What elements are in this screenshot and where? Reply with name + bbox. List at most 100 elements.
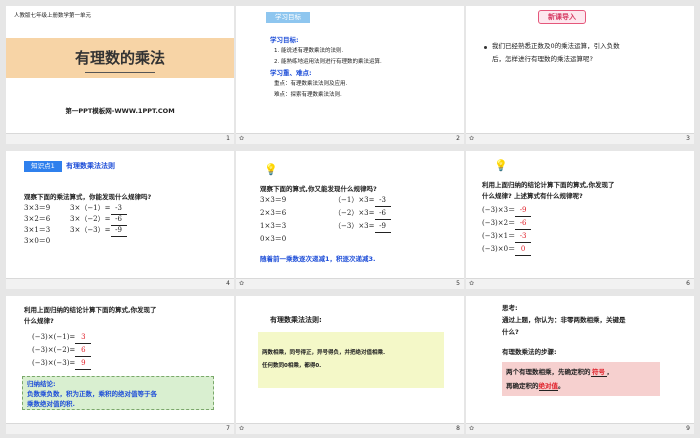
calc-row-2: (−3)×2＝ -6 [482, 218, 532, 230]
objective-badge-label: 学习目标 [275, 13, 301, 21]
step-line2: 再确定积的绝对值。 [506, 382, 565, 391]
slide-title: 有理数的乘法 [74, 49, 165, 67]
calc-row-2: (−3)×(−2)= 6 [32, 345, 92, 357]
conclusion-line1: 负数乘负数，积为正数，乘积的绝对值等于各 [27, 390, 157, 398]
answer-blank: -9 [110, 225, 127, 237]
slide-thumbnail-9[interactable]: 思考: 通过上题，你认为：非零两数相乘，关键是 什么? 有理数乘法的步骤: 两个… [466, 296, 694, 434]
pattern-rule: 随着前一乘数逐次递减1，积逐次递减3. [260, 255, 376, 263]
calc-row-4: (−3)×0＝ 0 [482, 244, 532, 256]
steps-heading: 有理数乘法的步骤: [502, 348, 557, 356]
slide-footer: 7 [6, 423, 234, 434]
question-line2: 什么规律? [24, 317, 54, 325]
steps-box: 两个有理数相乘，先确定积的 符号， 再确定积的绝对值。 [502, 362, 660, 396]
right-eq-3: （−3）×3= -9 [334, 221, 391, 233]
subtitle: 第一PPT模板网-WWW.1PPT.COM [65, 107, 175, 115]
answer-blank: 0 [515, 244, 532, 256]
step-line1: 两个有理数相乘，先确定积的 符号， [506, 368, 613, 377]
answer-blank: -6 [374, 208, 391, 220]
star-icon: ✿ [239, 425, 245, 432]
slide-thumbnail-2[interactable]: 学习目标 学习目标: 1. 能说述有理数乘法的法则. 2. 能熟练地运用法则进行… [236, 6, 464, 144]
star-icon: ✿ [469, 280, 475, 287]
right-eq-1: （−1）×3= -3 [334, 195, 391, 207]
slide-number: 5 [456, 280, 460, 287]
grade-header: 人教版七年级上册数学第一单元 [14, 13, 92, 19]
left-eq-1: 3×3＝9 [24, 204, 51, 212]
slide-thumbnail-7[interactable]: 利用上面归纳的结论计算下面的算式,你发现了 什么规律? (−3)×(−1)= 3 … [6, 296, 234, 434]
question-line1: 利用上面归纳的结论计算下面的算式,你发现了 [24, 306, 157, 314]
slide-thumbnail-3[interactable]: 新课导入 我们已经熟悉正数及0的乘法运算，引入负数 后，怎样进行有理数的乘法运算… [466, 6, 694, 144]
answer-blank: -9 [374, 221, 391, 233]
lightbulb-icon: 💡 [494, 159, 508, 172]
left-eq-2: 2×3＝6 [260, 209, 287, 217]
slide-footer: ✿ 6 [466, 278, 694, 289]
think-question-line1: 通过上题，你认为：非零两数相乘，关键是 [502, 316, 626, 324]
calc-row-1: (−3)×(−1)= 3 [32, 332, 92, 344]
conclusion-box: 归纳结论: 负数乘负数，积为正数，乘积的绝对值等于各 乘数绝对值的积. [22, 376, 214, 410]
objective-badge: 学习目标 [266, 12, 310, 23]
answer-blank: 6 [75, 345, 92, 357]
section-heading: 有理数乘法法则 [66, 162, 115, 170]
slide-number: 7 [226, 425, 230, 432]
slide-number: 9 [686, 425, 690, 432]
slide-thumbnail-1[interactable]: 人教版七年级上册数学第一单元 有理数的乘法 第一PPT模板网-WWW.1PPT.… [6, 6, 234, 144]
answer-blank: -3 [515, 231, 532, 243]
intro-question-line1: 我们已经熟悉正数及0的乘法运算，引入负数 [492, 42, 620, 50]
rule-heading: 有理数乘法法则: [270, 316, 322, 324]
answer-blank: 3 [75, 332, 92, 344]
intro-badge: 新课导入 [538, 10, 586, 24]
slide-footer: ✿ 5 [236, 278, 464, 289]
star-icon: ✿ [469, 135, 475, 142]
question-line2: 什么规律? 上述算式有什么规律呢? [482, 192, 583, 200]
left-eq-4: 0×3＝0 [260, 235, 287, 243]
right-eq-3: 3×（−3）= -9 [70, 225, 127, 237]
rule-line1: 两数相乘，同号得正，异号得负，并把绝对值相乘. [262, 350, 386, 356]
slide-thumbnail-8[interactable]: 有理数乘法法则: 两数相乘，同号得正，异号得负，并把绝对值相乘. 任何数同0相乘… [236, 296, 464, 434]
think-label: 思考: [502, 304, 518, 312]
slide-number: 4 [226, 280, 230, 287]
left-eq-2: 3×2＝6 [24, 215, 51, 223]
slide-footer: 4 [6, 278, 234, 289]
answer-blank: -3 [374, 195, 391, 207]
question-line1: 利用上面归纳的结论计算下面的算式,你发现了 [482, 181, 615, 189]
left-eq-1: 3×3＝9 [260, 196, 287, 204]
observe-question: 观察下面的算式,你又能发现什么规律吗? [260, 185, 377, 193]
star-icon: ✿ [239, 280, 245, 287]
slide-number: 2 [456, 135, 460, 142]
intro-question-line2: 后，怎样进行有理数的乘法运算呢? [492, 55, 593, 63]
slide-number: 8 [456, 425, 460, 432]
objective-item-2: 2. 能熟练地运用法则进行有理数的乘法运算. [274, 59, 382, 65]
bullet-dot-icon [484, 46, 487, 49]
think-question-line2: 什么? [502, 328, 519, 336]
slide-thumbnail-4[interactable]: 知识点1 有理数乘法法则 观察下面的乘法算式，你能发现什么规律吗? 3×3＝9 … [6, 151, 234, 289]
answer-blank: 9 [75, 358, 92, 370]
lightbulb-icon: 💡 [264, 163, 278, 176]
answer-blank: -6 [515, 218, 532, 230]
difficult-point: 难点：探索有理数乘法法则. [274, 92, 342, 98]
answer-blank: 符号 [590, 368, 607, 377]
knowledge-tag: 知识点1 [24, 161, 62, 172]
conclusion-line2: 乘数绝对值的积. [27, 400, 75, 408]
rule-line2: 任何数同0相乘，都得0. [262, 363, 322, 369]
calc-row-3: (−3)×1＝ -3 [482, 231, 532, 243]
conclusion-title: 归纳结论: [27, 380, 56, 388]
slide-number: 1 [226, 135, 230, 142]
slide-footer: ✿ 9 [466, 423, 694, 434]
answer-blank: 绝对值 [538, 382, 558, 391]
left-eq-4: 3×0＝0 [24, 237, 51, 245]
star-icon: ✿ [469, 425, 475, 432]
title-underline [85, 72, 155, 73]
slide-footer: ✿ 3 [466, 133, 694, 144]
right-eq-2: （−2）×3= -6 [334, 208, 391, 220]
slide-thumbnail-6[interactable]: 💡 利用上面归纳的结论计算下面的算式,你发现了 什么规律? 上述算式有什么规律呢… [466, 151, 694, 289]
slide-thumbnail-5[interactable]: 💡 观察下面的算式,你又能发现什么规律吗? 3×3＝9 2×3＝6 1×3＝3 … [236, 151, 464, 289]
keypoints-heading: 学习重、难点: [270, 69, 312, 77]
left-eq-3: 3×1＝3 [24, 226, 51, 234]
calc-row-3: (−3)×(−3)= 9 [32, 358, 92, 370]
slide-number: 6 [686, 280, 690, 287]
left-eq-3: 1×3＝3 [260, 222, 287, 230]
objectives-heading: 学习目标: [270, 36, 299, 44]
calc-row-1: (−3)×3＝ -9 [482, 205, 532, 217]
observe-question: 观察下面的乘法算式，你能发现什么规律吗? [24, 193, 152, 201]
slide-footer: ✿ 2 [236, 133, 464, 144]
objective-item-1: 1. 能说述有理数乘法的法则. [274, 48, 344, 54]
